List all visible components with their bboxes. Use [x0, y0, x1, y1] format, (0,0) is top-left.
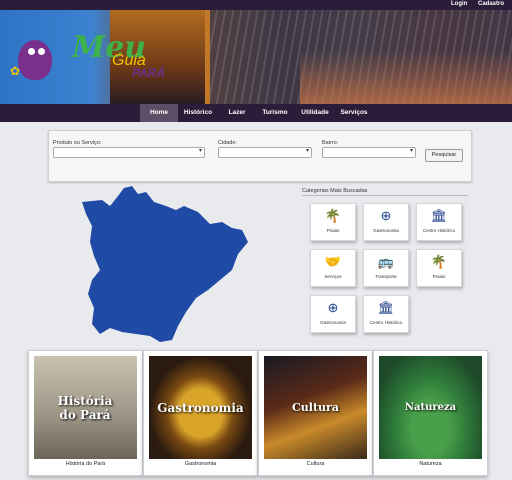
banner-photo-lights — [300, 50, 512, 104]
nav-home[interactable]: Home — [140, 104, 178, 122]
search-panel: Produto ou Serviço: Cidade: Bairro: Pesq… — [48, 130, 472, 182]
category-centro-historico[interactable]: 🏛 Centro Histórico — [416, 203, 462, 241]
card-caption: História do Pará — [65, 461, 106, 467]
natureza-photo: Natureza — [379, 356, 482, 459]
category-label: Gastronomia — [320, 320, 346, 325]
category-servicos[interactable]: 🤝 Serviços — [310, 249, 356, 287]
card-caption: Natureza — [419, 461, 442, 467]
category-label: Serviços — [324, 274, 342, 279]
nav-servicos[interactable]: Serviços — [336, 104, 372, 122]
search-button[interactable]: Pesquisar — [425, 149, 463, 162]
header-banner: ✿ Meu Guia PARÁ — [0, 10, 512, 104]
category-label: Centro Histórico — [369, 320, 403, 325]
nav-historico[interactable]: Histórico — [180, 104, 216, 122]
card-overlay-title: Natureza — [404, 402, 457, 413]
district-select[interactable] — [322, 147, 416, 158]
card-overlay-title: História do Pará — [57, 393, 113, 422]
city-select[interactable] — [218, 147, 312, 158]
restaurant-icon: ⊕ — [327, 300, 339, 315]
site-logo[interactable]: Meu Guia PARÁ — [72, 30, 165, 80]
nav-lazer[interactable]: Lazer — [220, 104, 254, 122]
category-label: Praias — [432, 274, 446, 279]
nav-utilidade[interactable]: Utilidade — [296, 104, 334, 122]
card-overlay-title: Gastronomia — [157, 400, 244, 415]
handshake-icon: 🤝 — [324, 254, 342, 269]
top-bar: Login Cadastro — [0, 0, 512, 10]
categories-title: Categorias Mais Buscadas — [302, 188, 368, 194]
category-praias[interactable]: 🌴 Praias — [310, 203, 356, 241]
category-label: Centro Histórico — [422, 228, 456, 233]
card-cultura[interactable]: Cultura Cultura — [258, 350, 373, 476]
category-centro-historico-2[interactable]: 🏛 Centro Histórico — [363, 295, 409, 333]
category-label: Praias — [326, 228, 340, 233]
card-caption: Cultura — [306, 461, 325, 467]
product-label: Produto ou Serviço: — [53, 140, 102, 146]
historia-photo: História do Pará — [34, 356, 137, 459]
cultura-photo: Cultura — [264, 356, 367, 459]
card-overlay-title: Cultura — [292, 401, 339, 414]
category-label: Gastronomia — [373, 228, 399, 233]
mascot-icon — [18, 40, 52, 80]
category-gastronomia[interactable]: ⊕ Gastronomia — [363, 203, 409, 241]
palm-tree-icon: 🌴 — [430, 254, 448, 269]
bus-icon: 🚌 — [377, 254, 395, 269]
categories-divider — [302, 195, 468, 196]
gastronomia-photo: Gastronomia — [149, 356, 252, 459]
museum-icon: 🏛 — [430, 208, 448, 223]
para-state-map[interactable] — [80, 184, 250, 344]
category-label: Transporte — [375, 274, 397, 279]
login-link[interactable]: Login — [451, 1, 467, 7]
main-nav: Home Histórico Lazer Turismo Utilidade S… — [0, 104, 512, 122]
category-transporte[interactable]: 🚌 Transporte — [363, 249, 409, 287]
signup-link[interactable]: Cadastro — [478, 1, 504, 7]
card-caption: Gastronomia — [184, 461, 217, 467]
district-label: Bairro: — [322, 140, 339, 146]
nav-turismo[interactable]: Turismo — [256, 104, 294, 122]
logo-word-para: PARÁ — [132, 66, 166, 80]
palm-tree-icon: 🌴 — [324, 208, 342, 223]
card-natureza[interactable]: Natureza Natureza — [373, 350, 488, 476]
card-gastronomia[interactable]: Gastronomia Gastronomia — [143, 350, 258, 476]
card-historia[interactable]: História do Pará História do Pará — [28, 350, 143, 476]
map-shape — [82, 186, 248, 342]
category-praias-2[interactable]: 🌴 Praias — [416, 249, 462, 287]
category-gastronomia-2[interactable]: ⊕ Gastronomia — [310, 295, 356, 333]
museum-icon: 🏛 — [377, 300, 395, 315]
restaurant-icon: ⊕ — [380, 208, 392, 223]
flower-icon: ✿ — [10, 64, 21, 78]
city-label: Cidade: — [218, 140, 237, 146]
product-select[interactable] — [53, 147, 205, 158]
